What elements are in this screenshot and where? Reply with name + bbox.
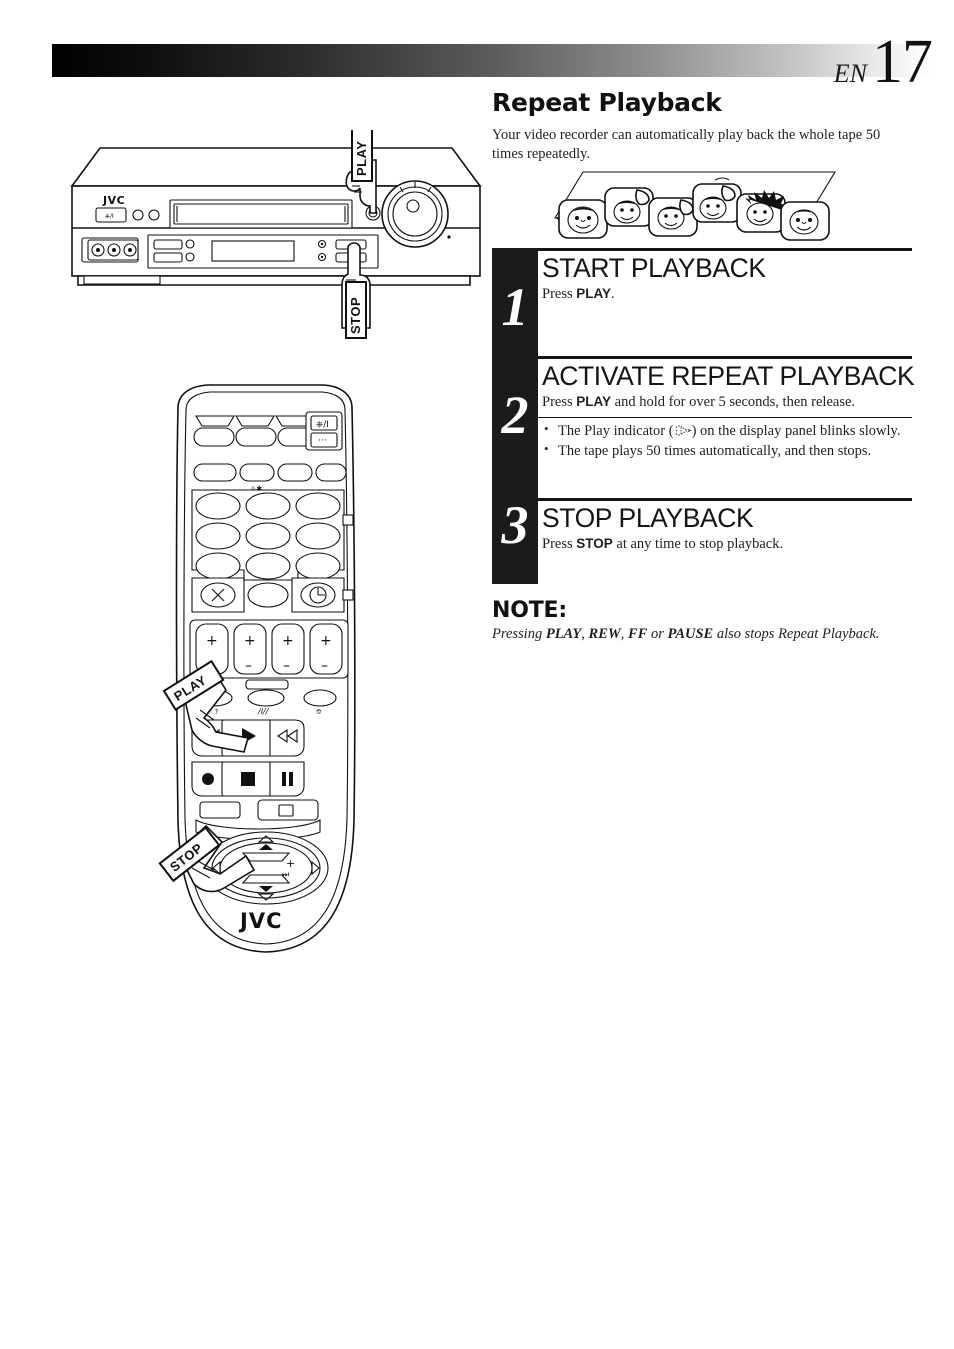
intro-paragraph: Your video recorder can automatically pl… — [492, 127, 881, 163]
svg-text:⏭: ⏭ — [282, 870, 289, 879]
vcr-illustration: JVC ⎈/I PLAY STOP — [60, 130, 485, 360]
bullet-play-indicator: The Play indicator ( ) on the display pan… — [544, 421, 908, 441]
step-3-instruction-pre: Press — [542, 536, 577, 553]
step-1-instruction: Press PLAY. — [542, 285, 912, 304]
step-1-key: PLAY — [576, 286, 612, 302]
step-2-subrule — [538, 416, 912, 418]
svg-text:+: + — [282, 633, 294, 649]
svg-text:+: + — [244, 633, 256, 649]
svg-text:–: – — [283, 658, 290, 674]
language-code: EN — [833, 59, 867, 88]
note-text: Pressing PLAY, REW, FF or PAUSE also sto… — [492, 625, 912, 644]
step-1-instruction-pre: Press — [542, 286, 577, 303]
step-2-rule — [538, 356, 912, 359]
step-number-1: 1 — [501, 277, 529, 337]
note-key-play: PLAY — [545, 626, 582, 642]
note-key-pause: PAUSE — [667, 626, 714, 642]
step-2-instruction-pre: Press — [542, 394, 577, 411]
step-number-3: 3 — [501, 495, 529, 555]
remote-control-illustration: ⎈/I ··· ☼✱ + – + — [148, 380, 388, 980]
note-key-rew: REW — [588, 626, 621, 642]
vcr-play-callout-text: PLAY — [354, 141, 369, 176]
note-block: NOTE: Pressing PLAY, REW, FF or PAUSE al… — [492, 598, 912, 644]
step-3-rule — [538, 498, 912, 501]
step-1: START PLAYBACK Press PLAY. — [538, 248, 912, 304]
step-3-instruction: Press STOP at any time to stop playback. — [542, 535, 912, 554]
svg-text:–: – — [245, 658, 252, 674]
page-number-label: EN 17 — [833, 28, 933, 96]
note-sep-1: , — [581, 626, 589, 642]
step-2-instruction: Press PLAY and hold for over 5 seconds, … — [542, 393, 912, 412]
remote-brand-logo: JVC — [238, 909, 282, 933]
step-number-2: 2 — [501, 385, 529, 445]
svg-text:/l//: /l// — [257, 707, 270, 716]
svg-text:···: ··· — [318, 436, 327, 446]
step-1-rule — [538, 248, 912, 251]
step-3: STOP PLAYBACK Press STOP at any time to … — [538, 498, 912, 554]
bullet-1-post: ) on the display panel blinks slowly. — [691, 422, 901, 439]
bullet-1-pre: The Play indicator ( — [558, 422, 674, 439]
step-2-key: PLAY — [576, 394, 612, 410]
svg-text:+: + — [320, 633, 332, 649]
right-column: Repeat Playback Your video recorder can … — [492, 88, 912, 164]
repeat-tape-illustration — [545, 160, 845, 250]
step-2: ACTIVATE REPEAT PLAYBACK Press PLAY and … — [538, 356, 915, 461]
page-number: 17 — [872, 28, 933, 96]
step-1-heading: START PLAYBACK — [542, 253, 766, 283]
note-key-ff: FF — [628, 626, 648, 642]
play-indicator-icon — [674, 424, 692, 437]
header-gradient-bar — [52, 44, 932, 77]
svg-text:+: + — [286, 857, 295, 870]
step-3-instruction-post: at any time to stop playback. — [612, 536, 784, 553]
note-pre: Pressing — [492, 626, 546, 642]
vcr-brand-logo: JVC — [102, 194, 125, 207]
note-sep-2: , — [620, 626, 629, 642]
svg-text:⎈/I: ⎈/I — [316, 419, 329, 430]
note-post: also stops Repeat Playback. — [713, 626, 880, 642]
step-2-bullets: The Play indicator ( ) on the display pan… — [544, 421, 912, 461]
bullet-2-text: The tape plays 50 times automatically, a… — [558, 442, 872, 459]
note-title: NOTE: — [492, 598, 567, 623]
step-3-key: STOP — [576, 536, 613, 552]
step-3-heading: STOP PLAYBACK — [542, 503, 754, 533]
steps-container: 1 2 3 START PLAYBACK Press PLAY. ACTIVAT… — [492, 248, 915, 584]
note-sep-3: or — [647, 626, 668, 642]
page-title: Repeat Playback — [492, 88, 722, 117]
svg-text:–: – — [321, 658, 328, 674]
step-2-instruction-post: and hold for over 5 seconds, then releas… — [611, 394, 856, 411]
svg-text:⎈/I: ⎈/I — [105, 213, 114, 220]
svg-text:⎊: ⎊ — [316, 708, 322, 716]
step-1-instruction-post: . — [611, 286, 615, 303]
step-2-heading: ACTIVATE REPEAT PLAYBACK — [542, 361, 915, 391]
svg-text:+: + — [206, 633, 218, 649]
vcr-stop-callout-text: STOP — [348, 297, 363, 334]
bullet-tape-plays: The tape plays 50 times automatically, a… — [544, 441, 908, 461]
